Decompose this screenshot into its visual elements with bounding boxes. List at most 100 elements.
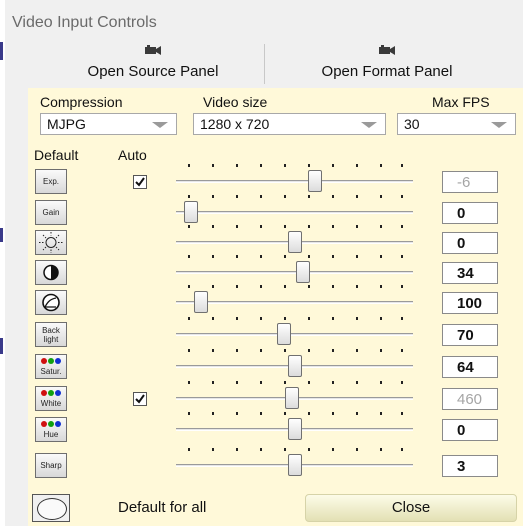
slider-tick <box>212 285 214 288</box>
slider-tick <box>188 285 190 288</box>
slider-tick <box>212 381 214 384</box>
backlight-slider-track[interactable] <box>176 333 413 336</box>
slider-tick <box>212 255 214 258</box>
gain-slider-track[interactable] <box>176 211 413 214</box>
gamma-default-button[interactable] <box>35 290 67 315</box>
contrast-slider-thumb[interactable] <box>295 261 310 283</box>
sharpness-value-field[interactable]: 3 <box>442 455 498 477</box>
slider-tick <box>284 285 286 288</box>
slider-tick <box>308 317 310 320</box>
contrast-slider-track[interactable] <box>176 271 413 274</box>
sharpness-default-button[interactable]: Sharp <box>35 453 67 478</box>
open-format-panel-button[interactable]: Open Format Panel <box>267 44 507 82</box>
white-value-field[interactable]: 460 <box>442 388 498 410</box>
gain-value-field[interactable]: 0 <box>442 202 498 224</box>
default-column-label: Default <box>34 147 79 163</box>
slider-tick <box>401 317 403 320</box>
slider-tick <box>260 349 262 352</box>
slider-tick <box>284 164 286 167</box>
slider-tick <box>260 195 262 198</box>
slider-tick <box>332 195 334 198</box>
slider-tick <box>356 317 358 320</box>
contrast-value-field[interactable]: 34 <box>442 262 498 284</box>
gamma-value-field[interactable]: 100 <box>442 292 498 314</box>
slider-tick <box>260 448 262 451</box>
slider-tick <box>236 381 238 384</box>
slider-tick <box>260 164 262 167</box>
exposure-auto-checkbox[interactable] <box>133 175 147 189</box>
contrast-slider-ticks <box>188 255 403 258</box>
slider-tick <box>401 195 403 198</box>
slider-tick <box>380 225 382 228</box>
slider-tick <box>260 225 262 228</box>
slider-tick <box>212 195 214 198</box>
slider-tick <box>332 412 334 415</box>
slider-tick <box>401 349 403 352</box>
slider-tick <box>188 448 190 451</box>
hue-value-field[interactable]: 0 <box>442 419 498 441</box>
backlight-default-button[interactable]: Back light <box>35 322 67 347</box>
slider-tick <box>401 164 403 167</box>
slider-tick <box>236 349 238 352</box>
slider-tick <box>212 317 214 320</box>
slider-tick <box>188 349 190 352</box>
exposure-slider-track[interactable] <box>176 180 413 183</box>
brightness-slider-thumb[interactable] <box>287 231 302 253</box>
slider-tick <box>308 225 310 228</box>
close-button[interactable]: Close <box>305 494 517 522</box>
contrast-icon <box>43 264 59 281</box>
slider-tick <box>236 448 238 451</box>
contrast-default-button[interactable] <box>35 260 67 285</box>
slider-tick <box>308 195 310 198</box>
slider-tick <box>380 412 382 415</box>
edge-mark <box>0 42 3 60</box>
exposure-value-field[interactable]: -6 <box>442 171 498 193</box>
max-fps-select[interactable]: 30 <box>397 113 516 135</box>
open-source-panel-button[interactable]: Open Source Panel <box>44 44 262 82</box>
compression-select[interactable]: MJPG <box>40 113 177 135</box>
gain-default-button[interactable]: Gain <box>35 200 67 225</box>
window-title: Video Input Controls <box>12 14 157 31</box>
slider-tick <box>332 285 334 288</box>
saturation-value-field[interactable]: 64 <box>442 356 498 378</box>
slider-tick <box>212 225 214 228</box>
slider-tick <box>308 255 310 258</box>
backlight-slider-thumb[interactable] <box>277 323 292 345</box>
gain-slider-thumb[interactable] <box>184 201 198 223</box>
slider-tick <box>356 195 358 198</box>
rgb-dots-icon <box>41 390 61 396</box>
exposure-slider-thumb[interactable] <box>308 170 323 192</box>
exposure-default-button[interactable]: Exp. <box>35 169 67 194</box>
slider-tick <box>212 448 214 451</box>
slider-tick <box>356 225 358 228</box>
white-default-button[interactable]: White <box>35 386 67 411</box>
default-all-button[interactable] <box>32 494 70 522</box>
video-size-select[interactable]: 1280 x 720 <box>193 113 386 135</box>
slider-tick <box>236 195 238 198</box>
gamma-slider-thumb[interactable] <box>194 291 209 313</box>
rgb-dots-icon <box>41 358 61 364</box>
gamma-slider-ticks <box>188 285 403 288</box>
white-auto-checkbox[interactable] <box>133 392 147 406</box>
hue-slider-thumb[interactable] <box>287 418 302 440</box>
slider-tick <box>380 195 382 198</box>
saturation-default-button[interactable]: Satur. <box>35 354 67 379</box>
gain-slider-ticks <box>188 195 403 198</box>
slider-tick <box>356 448 358 451</box>
saturation-slider-thumb[interactable] <box>287 355 302 377</box>
brightness-value-field[interactable]: 0 <box>442 232 498 254</box>
sharpness-button-label: Sharp <box>40 461 62 470</box>
white-slider-ticks <box>188 381 403 384</box>
hue-default-button[interactable]: Hue <box>35 417 67 442</box>
backlight-value-field[interactable]: 70 <box>442 324 498 346</box>
slider-tick <box>401 448 403 451</box>
slider-tick <box>332 255 334 258</box>
gamma-slider-track[interactable] <box>176 301 413 304</box>
sharpness-slider-thumb[interactable] <box>287 454 302 476</box>
brightness-default-button[interactable] <box>35 230 67 255</box>
slider-tick <box>332 225 334 228</box>
slider-tick <box>260 255 262 258</box>
white-slider-thumb[interactable] <box>285 387 300 409</box>
checkmark-icon <box>135 177 145 187</box>
gamma-icon <box>42 293 60 312</box>
